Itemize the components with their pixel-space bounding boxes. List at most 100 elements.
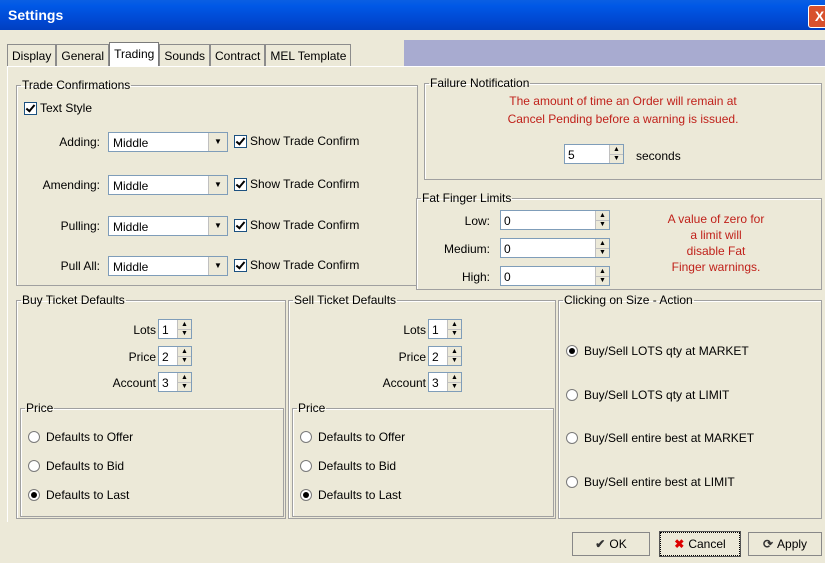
size-entire-market-radio[interactable]: Buy/Sell entire best at MARKET	[566, 431, 754, 445]
sell-price-spinner[interactable]: 2 ▲ ▼	[428, 346, 462, 366]
cancel-button[interactable]: ✖ Cancel	[659, 531, 741, 557]
pull-all-combo[interactable]: Middle ▼	[108, 256, 228, 276]
spin-down-icon[interactable]: ▼	[610, 154, 623, 163]
sell-price-value: 2	[432, 350, 439, 364]
apply-refresh-icon: ⟳	[762, 537, 774, 551]
pulling-combo[interactable]: Middle ▼	[108, 216, 228, 236]
sell-lots-spinner[interactable]: 1 ▲ ▼	[428, 319, 462, 339]
fat-finger-low-spinner[interactable]: 0 ▲ ▼	[500, 210, 610, 230]
amending-combo-value: Middle	[113, 179, 149, 193]
buy-defaults-bid-radio[interactable]: Defaults to Bid	[28, 459, 124, 473]
dropdown-arrow-icon[interactable]: ▼	[208, 217, 227, 235]
fat-finger-medium-spinner[interactable]: 0 ▲ ▼	[500, 238, 610, 258]
close-button[interactable]: X	[808, 5, 825, 28]
spin-down-icon[interactable]: ▼	[596, 220, 609, 229]
dropdown-arrow-icon[interactable]: ▼	[208, 133, 227, 151]
dropdown-arrow-icon[interactable]: ▼	[208, 176, 227, 194]
radio-circle	[566, 432, 578, 444]
sell-defaults-last-radio[interactable]: Defaults to Last	[300, 488, 401, 502]
buy-lots-spinner[interactable]: 1 ▲ ▼	[158, 319, 192, 339]
trade-confirmations-legend: Trade Confirmations	[22, 78, 131, 92]
spinner-buttons[interactable]: ▲ ▼	[595, 211, 609, 229]
fat-finger-legend: Fat Finger Limits	[422, 191, 512, 205]
checkbox-box	[234, 218, 247, 232]
spin-down-icon[interactable]: ▼	[448, 356, 461, 365]
radio-circle	[300, 460, 312, 472]
ok-label: OK	[609, 537, 627, 551]
spin-down-icon[interactable]: ▼	[448, 382, 461, 391]
pull-all-combo-value: Middle	[113, 260, 149, 274]
dropdown-arrow-icon[interactable]: ▼	[208, 257, 227, 275]
failure-seconds-spinner[interactable]: 5 ▲ ▼	[564, 144, 624, 164]
fat-finger-high-spinner[interactable]: 0 ▲ ▼	[500, 266, 610, 286]
pulling-show-confirm-checkbox[interactable]: Show Trade Confirm	[234, 218, 359, 232]
pull-all-show-confirm-checkbox[interactable]: Show Trade Confirm	[234, 258, 359, 272]
fat-finger-high-value: 0	[504, 270, 511, 284]
spin-down-icon[interactable]: ▼	[448, 329, 461, 338]
buy-defaults-offer-radio[interactable]: Defaults to Offer	[28, 430, 133, 444]
spin-down-icon[interactable]: ▼	[596, 248, 609, 257]
spinner-buttons[interactable]: ▲ ▼	[595, 267, 609, 285]
spinner-buttons[interactable]: ▲ ▼	[177, 347, 191, 365]
tab-mel-template[interactable]: MEL Template	[265, 44, 352, 67]
sell-account-label: Account	[382, 376, 426, 390]
amending-label: Amending:	[42, 178, 100, 192]
sell-defaults-offer-label: Defaults to Offer	[318, 430, 406, 444]
fat-finger-medium-value: 0	[504, 242, 511, 256]
tab-general[interactable]: General	[56, 44, 110, 67]
ok-button[interactable]: ✔ OK	[572, 532, 650, 556]
apply-button[interactable]: ⟳ Apply	[748, 532, 822, 556]
amending-show-confirm-checkbox[interactable]: Show Trade Confirm	[234, 177, 359, 191]
radio-circle	[300, 489, 312, 501]
buy-account-spinner[interactable]: 3 ▲ ▼	[158, 372, 192, 392]
sell-account-spinner[interactable]: 3 ▲ ▼	[428, 372, 462, 392]
sell-ticket-legend: Sell Ticket Defaults	[294, 293, 397, 307]
size-entire-limit-label: Buy/Sell entire best at LIMIT	[584, 475, 735, 489]
adding-combo[interactable]: Middle ▼	[108, 132, 228, 152]
spinner-buttons[interactable]: ▲ ▼	[447, 373, 461, 391]
pulling-show-confirm-label: Show Trade Confirm	[250, 218, 360, 232]
buy-defaults-last-radio[interactable]: Defaults to Last	[28, 488, 129, 502]
sell-defaults-bid-label: Defaults to Bid	[318, 459, 397, 473]
spinner-buttons[interactable]: ▲ ▼	[177, 320, 191, 338]
tab-sounds[interactable]: Sounds	[159, 44, 211, 67]
buy-lots-label: Lots	[133, 323, 156, 337]
spin-down-icon[interactable]: ▼	[178, 382, 191, 391]
spinner-buttons[interactable]: ▲ ▼	[609, 145, 623, 163]
spin-down-icon[interactable]: ▼	[178, 356, 191, 365]
buy-ticket-legend: Buy Ticket Defaults	[22, 293, 125, 307]
sell-defaults-bid-radio[interactable]: Defaults to Bid	[300, 459, 396, 473]
failure-notification-legend: Failure Notification	[430, 76, 530, 90]
fat-finger-note-line4: Finger warnings.	[671, 260, 761, 274]
sell-defaults-offer-radio[interactable]: Defaults to Offer	[300, 430, 405, 444]
text-style-checkbox[interactable]: Text Style	[24, 101, 92, 115]
size-entire-limit-radio[interactable]: Buy/Sell entire best at LIMIT	[566, 475, 735, 489]
fat-finger-low-value: 0	[504, 214, 511, 228]
buy-account-value: 3	[162, 376, 169, 390]
tab-trading[interactable]: Trading	[109, 42, 160, 67]
window-title: Settings	[8, 7, 64, 23]
adding-show-confirm-checkbox[interactable]: Show Trade Confirm	[234, 134, 359, 148]
failure-message-line1: The amount of time an Order will remain …	[509, 94, 737, 108]
size-lots-limit-radio[interactable]: Buy/Sell LOTS qty at LIMIT	[566, 388, 729, 402]
tab-contract[interactable]: Contract	[210, 44, 266, 67]
pulling-label: Pulling:	[60, 219, 100, 233]
buy-price-spinner[interactable]: 2 ▲ ▼	[158, 346, 192, 366]
buy-account-label: Account	[112, 376, 156, 390]
spinner-buttons[interactable]: ▲ ▼	[447, 347, 461, 365]
radio-circle	[28, 489, 40, 501]
spinner-buttons[interactable]: ▲ ▼	[177, 373, 191, 391]
adding-label: Adding:	[59, 135, 100, 149]
spin-down-icon[interactable]: ▼	[596, 276, 609, 285]
fat-finger-low-label: Low:	[464, 214, 490, 228]
spinner-buttons[interactable]: ▲ ▼	[447, 320, 461, 338]
tab-display[interactable]: Display	[7, 44, 57, 67]
size-lots-market-radio[interactable]: Buy/Sell LOTS qty at MARKET	[566, 344, 749, 358]
buy-lots-value: 1	[162, 323, 169, 337]
spinner-buttons[interactable]: ▲ ▼	[595, 239, 609, 257]
radio-circle	[566, 389, 578, 401]
title-bar: Settings X	[0, 0, 825, 30]
amending-combo[interactable]: Middle ▼	[108, 175, 228, 195]
sell-price-label: Price	[398, 350, 426, 364]
spin-down-icon[interactable]: ▼	[178, 329, 191, 338]
